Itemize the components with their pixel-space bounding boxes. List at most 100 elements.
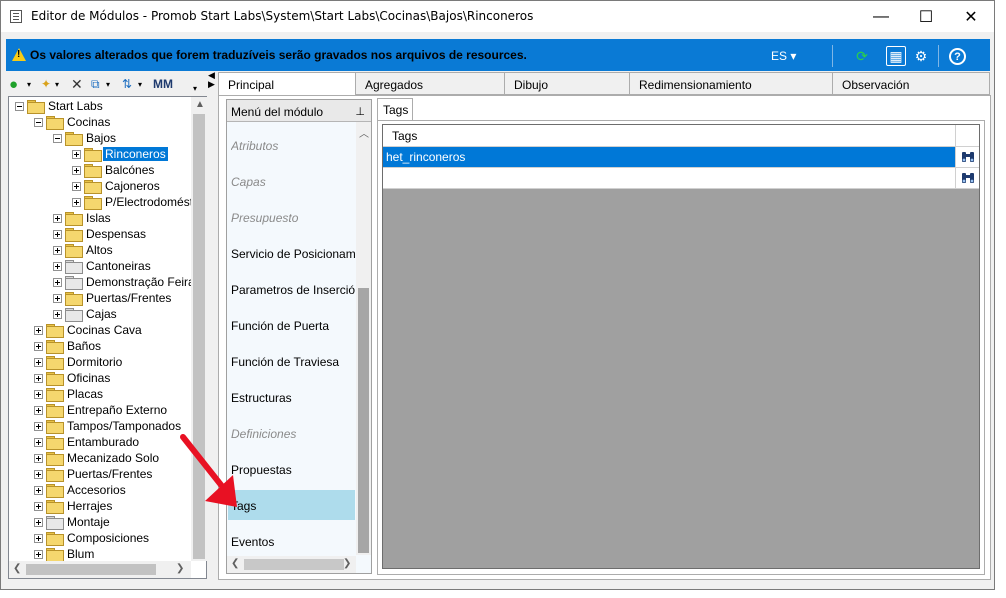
tree-node-label[interactable]: Islas	[84, 211, 113, 225]
copy-icon[interactable]: ⧉	[91, 75, 100, 93]
tree-node-label[interactable]: Cocinas Cava	[65, 323, 144, 337]
close-button[interactable]: ✕	[948, 1, 994, 32]
tree-node-label[interactable]: P/Electrodomést	[103, 195, 191, 209]
tree-node-label[interactable]: Cocinas	[65, 115, 112, 129]
panel-icon[interactable]: ▦	[886, 46, 906, 66]
menu-item-funci-n-de-traviesa[interactable]: Función de Traviesa	[231, 355, 355, 369]
table-row[interactable]	[383, 168, 979, 189]
menu-vertical-scrollbar[interactable]: ︿	[356, 122, 371, 555]
tree-node-label[interactable]: Mecanizado Solo	[65, 451, 161, 465]
tree-node-label[interactable]: Placas	[65, 387, 105, 401]
scroll-left-icon[interactable]: ❮	[231, 558, 239, 569]
collapse-icon[interactable]	[53, 133, 62, 143]
tree-node[interactable]: Cocinas	[34, 114, 112, 130]
tree-node[interactable]: Mecanizado Solo	[34, 450, 161, 466]
delete-icon[interactable]: ✕	[71, 75, 83, 93]
menu-item-definiciones[interactable]: Definiciones	[231, 427, 355, 441]
tree-node[interactable]: Composiciones	[34, 530, 151, 546]
tree-node[interactable]: P/Electrodomést	[72, 194, 191, 210]
tree-node[interactable]: Rinconeros	[72, 146, 168, 162]
expand-icon[interactable]	[53, 229, 62, 239]
tree-node-label[interactable]: Cantoneiras	[84, 259, 153, 273]
tree-vertical-scrollbar[interactable]: ▲	[191, 97, 207, 561]
menu-item-atributos[interactable]: Atributos	[231, 139, 355, 153]
tree-horizontal-scrollbar[interactable]: ❮ ❯	[9, 561, 191, 578]
expand-icon[interactable]	[34, 373, 43, 383]
toolbar-overflow-icon[interactable]: ▾	[193, 79, 197, 97]
tab-observacion[interactable]: Observación	[832, 72, 990, 95]
expand-icon[interactable]	[72, 197, 81, 207]
scroll-right-icon[interactable]: ❯	[176, 563, 184, 574]
tree-node-label[interactable]: Baños	[65, 339, 103, 353]
tree-node-label[interactable]: Cajas	[84, 307, 119, 321]
expand-icon[interactable]	[34, 405, 43, 415]
tree-node-label[interactable]: Puertas/Frentes	[65, 467, 154, 481]
tree-node-label[interactable]: Cajoneros	[103, 179, 162, 193]
tree-node-label[interactable]: Start Labs	[46, 99, 105, 113]
tree-node[interactable]: Tampos/Tamponados	[34, 418, 183, 434]
tree-node[interactable]: Despensas	[53, 226, 148, 242]
tree-node[interactable]: Cajas	[53, 306, 119, 322]
tree-node[interactable]: Placas	[34, 386, 105, 402]
expand-icon[interactable]	[34, 341, 43, 351]
tree-node[interactable]: Entrepaño Externo	[34, 402, 169, 418]
menu-item-propuestas[interactable]: Propuestas	[231, 463, 355, 477]
settings-icon[interactable]: ⚙	[911, 46, 931, 66]
expand-icon[interactable]	[34, 469, 43, 479]
expand-icon[interactable]	[34, 501, 43, 511]
sort-dropdown-icon[interactable]: ▾	[138, 75, 142, 93]
table-row[interactable]: het_rinconeros	[383, 147, 979, 168]
expand-icon[interactable]	[34, 533, 43, 543]
tree-node-label[interactable]: Blum	[65, 547, 96, 561]
help-icon[interactable]: ?	[949, 48, 966, 65]
tree-node-label[interactable]: Oficinas	[65, 371, 112, 385]
language-selector[interactable]: ES ▾	[771, 49, 796, 63]
collapse-icon[interactable]	[15, 101, 24, 111]
menu-item-eventos[interactable]: Eventos	[231, 535, 355, 549]
expand-icon[interactable]	[53, 277, 62, 287]
tree-node[interactable]: Montaje	[34, 514, 112, 530]
tree-node[interactable]: Cantoneiras	[53, 258, 153, 274]
maximize-button[interactable]: ☐	[903, 1, 949, 32]
tree-node-label[interactable]: Puertas/Frentes	[84, 291, 173, 305]
expand-icon[interactable]	[34, 549, 43, 559]
tag-cell[interactable]	[383, 168, 956, 188]
tab-principal[interactable]: Principal	[218, 72, 356, 96]
menu-item-presupuesto[interactable]: Presupuesto	[231, 211, 355, 225]
tree-node[interactable]: Accesorios	[34, 482, 128, 498]
menu-item-funci-n-de-puerta[interactable]: Función de Puerta	[231, 319, 355, 333]
scrollbar-thumb[interactable]	[358, 288, 369, 553]
tree-node[interactable]: Balcónes	[72, 162, 156, 178]
menu-item-tags[interactable]: Tags	[228, 490, 355, 520]
collapse-panel-arrows[interactable]: ◀ ▶	[208, 71, 216, 91]
tree-node-label[interactable]: Tampos/Tamponados	[65, 419, 183, 433]
tree-node-label[interactable]: Herrajes	[65, 499, 114, 513]
tree-node[interactable]: Entamburado	[34, 434, 141, 450]
tree-node[interactable]: Cajoneros	[72, 178, 162, 194]
menu-item-capas[interactable]: Capas	[231, 175, 355, 189]
menu-horizontal-scrollbar[interactable]: ❮ ❯	[227, 556, 356, 573]
binoculars-icon[interactable]	[957, 147, 979, 167]
tree-node-label[interactable]: Composiciones	[65, 531, 151, 545]
scroll-up-icon[interactable]: ▲	[195, 99, 205, 110]
tree-node[interactable]: Start Labs	[15, 98, 105, 114]
minimize-button[interactable]: —	[858, 1, 904, 32]
expand-icon[interactable]	[72, 181, 81, 191]
expand-icon[interactable]	[53, 293, 62, 303]
expand-icon[interactable]	[34, 357, 43, 367]
tree-node[interactable]: Altos	[53, 242, 115, 258]
scrollbar-thumb[interactable]	[26, 564, 156, 575]
back-icon[interactable]: ●	[9, 75, 18, 93]
tree-node-label[interactable]: Altos	[84, 243, 115, 257]
expand-icon[interactable]	[34, 421, 43, 431]
menu-item-servicio-de-posicionamiento[interactable]: Servicio de Posicionamiento	[231, 247, 355, 261]
tab-tags[interactable]: Tags	[377, 98, 413, 120]
back-dropdown-icon[interactable]: ▾	[27, 75, 31, 93]
tree-node-label[interactable]: Bajos	[84, 131, 118, 145]
tree-node[interactable]: Demonstração Feira	[53, 274, 191, 290]
expand-icon[interactable]	[34, 517, 43, 527]
find-icon[interactable]: MM	[153, 75, 173, 93]
expand-icon[interactable]	[34, 485, 43, 495]
tree-node-label[interactable]: Demonstração Feira	[84, 275, 191, 289]
pin-icon[interactable]: ⊥	[355, 105, 365, 118]
